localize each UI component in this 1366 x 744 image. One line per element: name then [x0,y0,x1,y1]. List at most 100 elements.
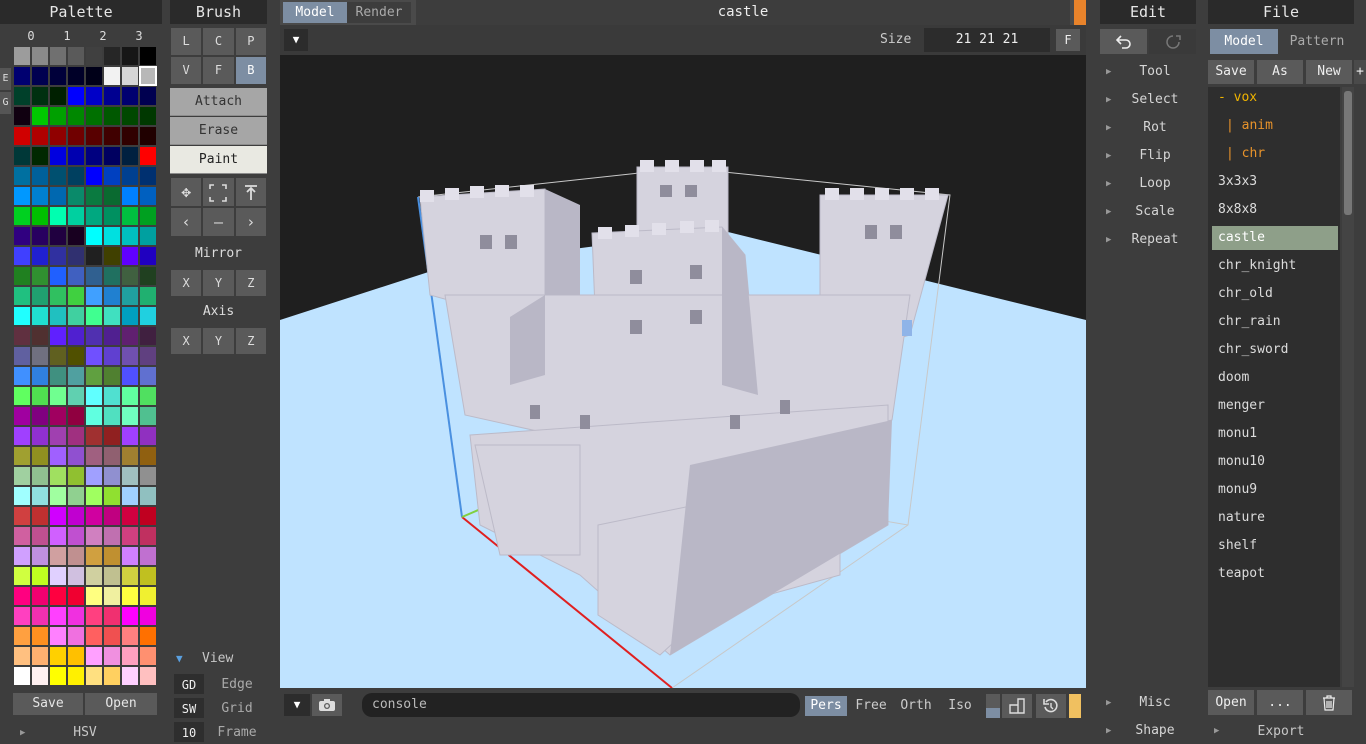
select-box-icon[interactable] [202,177,235,207]
palette-swatch[interactable] [31,366,49,386]
palette-swatch[interactable] [67,406,85,426]
palette-swatch[interactable] [49,646,67,666]
palette-swatch[interactable] [85,46,103,66]
palette-swatch[interactable] [139,486,157,506]
palette-swatch[interactable] [121,326,139,346]
file-list-item[interactable]: monu9 [1212,478,1338,502]
file-list-item[interactable]: shelf [1212,534,1338,558]
palette-swatch[interactable] [121,186,139,206]
palette-swatch[interactable] [31,526,49,546]
palette-swatch[interactable] [139,466,157,486]
iso-button[interactable]: Iso [940,696,980,716]
palette-swatch[interactable] [121,166,139,186]
view-frame-row[interactable]: 10 Frame [170,722,267,744]
palette-swatch[interactable] [85,226,103,246]
palette-swatch[interactable] [67,306,85,326]
palette-swatch[interactable] [13,646,31,666]
palette-swatch[interactable] [85,386,103,406]
palette-swatch[interactable] [49,606,67,626]
mirror-x-button[interactable]: X [170,269,203,297]
palette-swatch[interactable] [103,626,121,646]
edit-tool[interactable]: ▶ Tool [1100,60,1192,84]
palette-swatch[interactable] [49,466,67,486]
palette-swatch[interactable] [103,86,121,106]
palette-swatch[interactable] [49,506,67,526]
palette-swatch[interactable] [13,126,31,146]
palette-swatch[interactable] [139,526,157,546]
palette-swatch[interactable] [67,206,85,226]
palette-swatch[interactable] [49,426,67,446]
palette-swatch[interactable] [31,86,49,106]
palette-swatch[interactable] [31,506,49,526]
palette-swatch[interactable] [49,226,67,246]
tab-model[interactable]: Model [283,2,347,23]
palette-swatch[interactable] [103,466,121,486]
edit-rot[interactable]: ▶ Rot [1100,116,1192,140]
palette-swatch[interactable] [121,526,139,546]
palette-swatch[interactable] [85,666,103,686]
palette-swatch[interactable] [49,66,67,86]
palette-swatch[interactable] [67,386,85,406]
palette-swatch[interactable] [13,446,31,466]
palette-swatch[interactable] [139,266,157,286]
palette-swatch[interactable] [13,286,31,306]
palette-swatch[interactable] [49,186,67,206]
palette-swatch[interactable] [13,626,31,646]
palette-swatch[interactable] [13,326,31,346]
palette-swatch[interactable] [103,226,121,246]
palette-swatch[interactable] [49,146,67,166]
palette-swatch[interactable] [13,246,31,266]
palette-swatch[interactable] [121,86,139,106]
palette-swatch[interactable] [85,306,103,326]
palette-swatch[interactable] [103,186,121,206]
palette-swatch[interactable] [139,186,157,206]
palette-swatch[interactable] [31,106,49,126]
brush-b-button[interactable]: B [234,56,267,85]
palette-swatch[interactable] [67,546,85,566]
palette-tab-1[interactable]: 1 [49,27,85,45]
mirror-y-button[interactable]: Y [202,269,235,297]
palette-swatch[interactable] [49,86,67,106]
palette-swatch[interactable] [121,426,139,446]
palette-swatch[interactable] [49,126,67,146]
palette-swatch[interactable] [103,366,121,386]
palette-swatch[interactable] [103,46,121,66]
edit-flip[interactable]: ▶ Flip [1100,144,1192,168]
axis-z-button[interactable]: Z [234,327,267,355]
palette-swatch[interactable] [67,506,85,526]
brush-c-button[interactable]: C [202,27,235,56]
palette-swatch[interactable] [121,106,139,126]
palette-swatch[interactable] [85,86,103,106]
palette-swatch[interactable] [121,466,139,486]
extrude-up-icon[interactable] [234,177,267,207]
palette-swatch[interactable] [121,386,139,406]
palette-swatch[interactable] [139,666,157,686]
edit-misc[interactable]: ▶ Misc [1100,691,1192,715]
palette-swatch[interactable] [13,546,31,566]
palette-swatch[interactable] [121,346,139,366]
palette-swatch[interactable] [139,566,157,586]
pers-button[interactable]: Pers [805,696,847,716]
palette-swatch[interactable] [121,546,139,566]
palette-swatch[interactable] [139,586,157,606]
chevron-right-icon[interactable]: › [234,207,267,237]
palette-swatch[interactable] [49,366,67,386]
palette-swatch[interactable] [103,646,121,666]
palette-swatch[interactable] [85,606,103,626]
palette-swatch[interactable] [31,126,49,146]
file-scrollbar[interactable] [1342,87,1354,687]
palette-swatch[interactable] [31,306,49,326]
palette-swatch[interactable] [121,246,139,266]
palette-swatch[interactable] [67,666,85,686]
palette-swatch[interactable] [103,666,121,686]
palette-swatch[interactable] [85,246,103,266]
palette-swatch[interactable] [49,386,67,406]
palette-swatch[interactable] [103,506,121,526]
palette-swatch[interactable] [67,566,85,586]
palette-swatch[interactable] [103,166,121,186]
palette-swatch[interactable] [85,146,103,166]
file-save-as-button[interactable]: As [1257,60,1303,84]
palette-save-button[interactable]: Save [13,693,83,715]
palette-swatch[interactable] [85,166,103,186]
axis-y-button[interactable]: Y [202,327,235,355]
